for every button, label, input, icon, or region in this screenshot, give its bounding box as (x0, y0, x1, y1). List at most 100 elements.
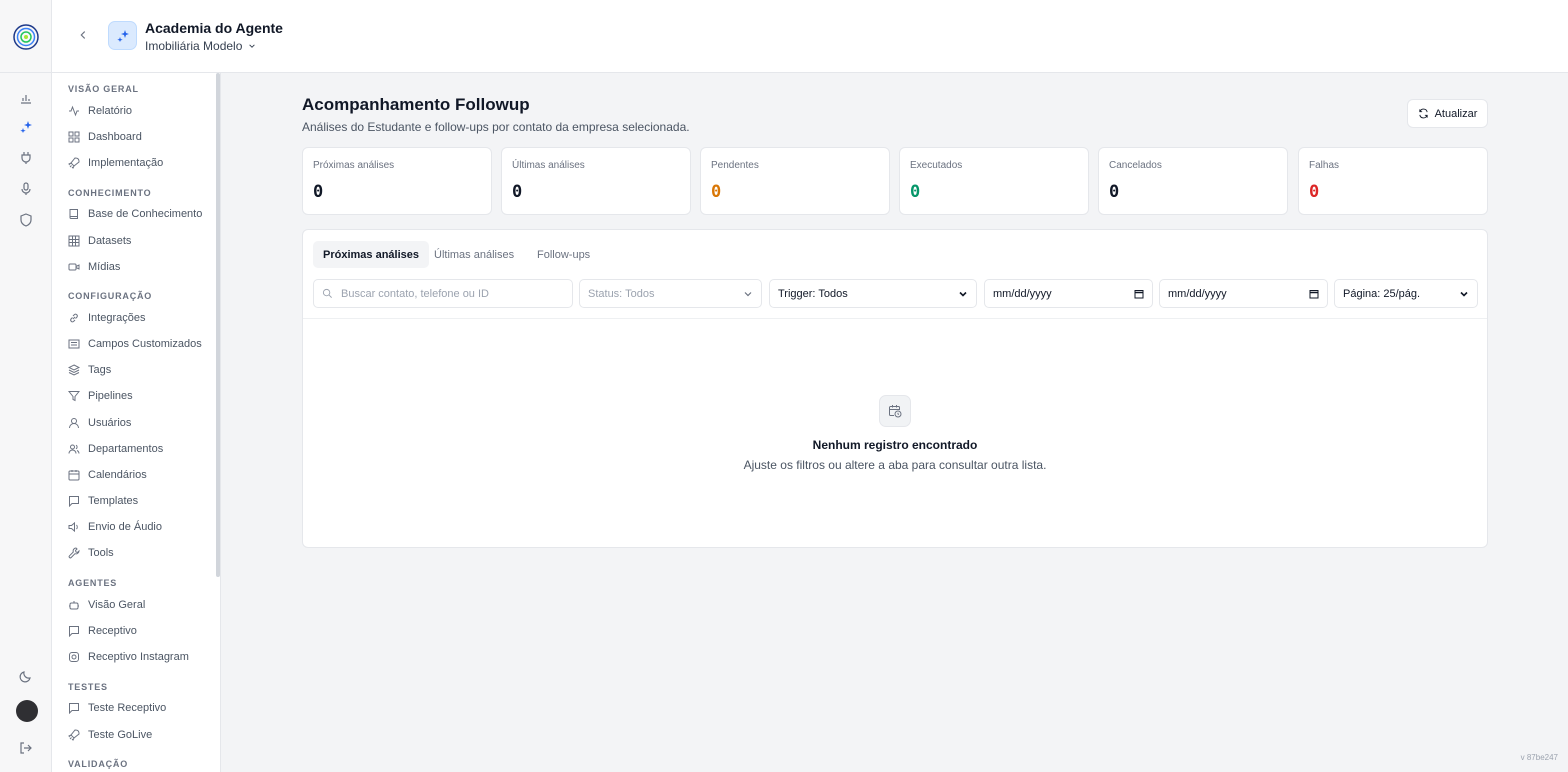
sidebar-item-teste-golive[interactable]: Teste GoLive (68, 725, 213, 745)
sidebar-item-visao-geral[interactable]: Visão Geral (68, 595, 213, 615)
sidebar-scrollbar[interactable] (216, 73, 220, 577)
sidebar-item-receptivo-instagram[interactable]: Receptivo Instagram (68, 647, 213, 667)
main-content: Acompanhamento Followup Análises do Estu… (221, 73, 1568, 772)
chevron-left-icon[interactable] (76, 28, 90, 42)
stat-label: Pendentes (711, 160, 759, 171)
chevron-down-icon (744, 292, 752, 297)
company-selector[interactable]: Imobiliária Modelo (145, 39, 256, 53)
sidebar-item-label: Receptivo (88, 625, 137, 637)
refresh-icon (1418, 108, 1428, 119)
date-from-value: mm/dd/yyyy (993, 287, 1052, 300)
sidebar-item-label: Base de Conhecimento (88, 208, 203, 220)
shield-icon[interactable] (18, 212, 34, 228)
sidebar-item-campos-customizados[interactable]: Campos Customizados (68, 334, 213, 354)
sidebar-item-dashboard[interactable]: Dashboard (68, 127, 213, 147)
sidebar-item-label: Receptivo Instagram (88, 651, 189, 663)
rail-divider (0, 72, 52, 73)
sidebar-item-tools[interactable]: Tools (68, 543, 213, 563)
calendar-icon (68, 470, 80, 481)
speaker-icon (68, 521, 78, 533)
section-label: VISÃO GERAL (68, 84, 139, 94)
section-label: TESTES (68, 682, 108, 692)
trigger-select-value: Trigger: Todos (778, 287, 848, 300)
logo-icon[interactable] (13, 24, 39, 50)
sidebar-item-receptivo[interactable]: Receptivo (68, 621, 213, 641)
sidebar-item-label: Usuários (88, 417, 132, 429)
sidebar-item-datasets[interactable]: Datasets (68, 231, 213, 251)
grid-icon (68, 131, 80, 143)
calendar-icon (1309, 290, 1319, 299)
sidebar-item-label: Departamentos (88, 443, 164, 455)
sidebar-item-midias[interactable]: Mídias (68, 257, 213, 277)
sidebar-item-templates[interactable]: Templates (68, 491, 213, 511)
tab-follow-ups[interactable]: Follow-ups (527, 241, 600, 268)
tab-proximas-analises[interactable]: Próximas análises (313, 241, 430, 268)
sidebar-item-label: Teste GoLive (88, 729, 153, 741)
sidebar-item-teste-receptivo[interactable]: Teste Receptivo (68, 698, 213, 718)
moon-icon[interactable] (18, 668, 34, 684)
sidebar-item-envio-audio[interactable]: Envio de Áudio (68, 517, 213, 537)
sidebar-item-label: Mídias (88, 261, 121, 273)
sidebar-item-label: Integrações (88, 312, 146, 324)
sidebar-item-implementacao[interactable]: Implementação (68, 153, 213, 173)
table-icon (68, 235, 80, 247)
sidebar-item-label: Envio de Áudio (88, 521, 162, 533)
bot-icon (69, 601, 79, 610)
sidebar-item-label: Campos Customizados (88, 338, 202, 350)
sidebar-item-label: Visão Geral (88, 599, 146, 611)
sidebar-item-label: Tools (88, 547, 114, 559)
date-to-input[interactable]: mm/dd/yyyy (1159, 279, 1328, 308)
stat-card-proximas: Próximas análises 0 (302, 147, 492, 215)
date-from-input[interactable]: mm/dd/yyyy (984, 279, 1153, 308)
search-input[interactable]: Buscar contato, telefone ou ID (313, 279, 573, 308)
sidebar-item-base-conhecimento[interactable]: Base de Conhecimento (68, 204, 213, 224)
sidebar: VISÃO GERAL Relatório Dashboard Implemen… (52, 73, 221, 772)
logout-icon[interactable] (18, 740, 34, 756)
refresh-button[interactable]: Atualizar (1407, 99, 1488, 128)
stat-label: Últimas análises (512, 160, 585, 171)
sparkles-icon[interactable] (18, 119, 34, 135)
sidebar-item-label: Templates (88, 495, 139, 507)
date-to-value: mm/dd/yyyy (1168, 287, 1227, 300)
activity-icon (69, 105, 79, 117)
top-header: Academia do Agente Imobiliária Modelo (52, 0, 1568, 73)
sidebar-item-departamentos[interactable]: Departamentos (68, 439, 213, 459)
chart-icon[interactable] (18, 90, 34, 106)
message-square-icon (69, 626, 79, 637)
sidebar-item-calendarios[interactable]: Calendários (68, 465, 213, 485)
results-panel: Próximas análises Últimas análises Follo… (302, 229, 1488, 548)
page-size-value: Página: 25/pág. (1343, 287, 1421, 300)
list-icon (68, 339, 80, 349)
chevron-down-icon (959, 291, 967, 297)
page-subtitle: Análises do Estudante e follow-ups por c… (302, 120, 690, 134)
rocket-icon (68, 729, 80, 741)
sidebar-item-label: Implementação (88, 157, 164, 169)
user-icon (69, 418, 79, 429)
stat-value: 0 (512, 182, 523, 202)
stat-label: Cancelados (1109, 160, 1162, 171)
stat-value: 0 (711, 182, 722, 202)
sidebar-item-pipelines[interactable]: Pipelines (68, 386, 213, 406)
stat-value: 0 (313, 182, 324, 202)
page-size-select[interactable]: Página: 25/pág. (1334, 279, 1478, 308)
avatar[interactable] (16, 700, 38, 722)
section-label: VALIDAÇÃO (68, 759, 129, 769)
sidebar-item-label: Pipelines (88, 390, 133, 402)
sidebar-item-integracoes[interactable]: Integrações (68, 308, 213, 328)
search-placeholder: Buscar contato, telefone ou ID (341, 287, 489, 300)
plug-icon[interactable] (18, 150, 34, 166)
section-label: AGENTES (68, 578, 118, 588)
status-select-value: Status: Todos (588, 287, 655, 300)
link-icon (70, 313, 78, 323)
sidebar-item-relatorio[interactable]: Relatório (68, 101, 213, 121)
microphone-icon[interactable] (18, 181, 34, 197)
trigger-select[interactable]: Trigger: Todos (769, 279, 977, 308)
sidebar-item-usuarios[interactable]: Usuários (68, 413, 213, 433)
status-select[interactable]: Status: Todos (579, 279, 762, 308)
wrench-icon (68, 547, 80, 559)
stat-value: 0 (910, 182, 921, 202)
search-icon (322, 288, 332, 298)
page-title: Acompanhamento Followup (302, 95, 530, 114)
sidebar-item-tags[interactable]: Tags (68, 360, 213, 380)
tab-ultimas-analises[interactable]: Últimas análises (424, 241, 524, 268)
